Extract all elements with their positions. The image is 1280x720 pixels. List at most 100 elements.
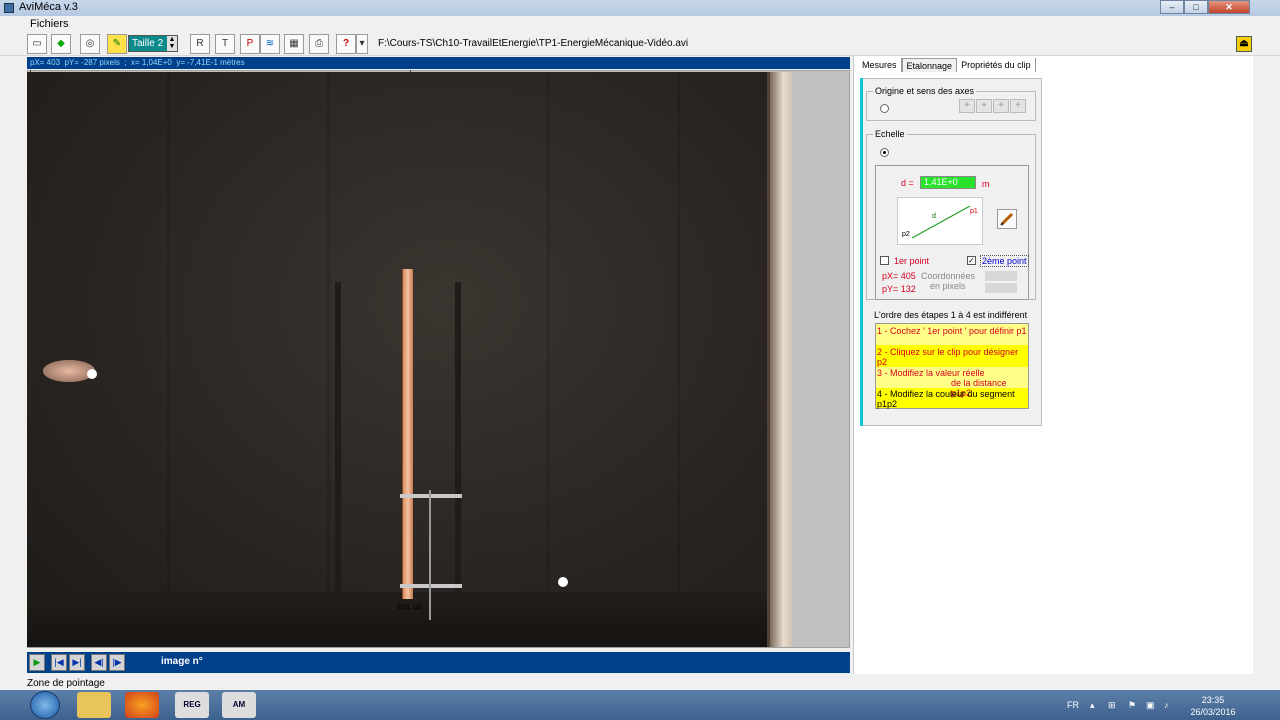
- results-icon[interactable]: R: [190, 34, 210, 54]
- pixels-label: en pixels: [930, 281, 966, 291]
- first-frame-button[interactable]: |◀: [51, 654, 67, 671]
- segment-line: [911, 205, 971, 239]
- minimize-button[interactable]: –: [1160, 0, 1184, 14]
- segment-diagram-svg: p1 p2 d: [902, 205, 978, 239]
- app-icon: [4, 3, 14, 13]
- scale-radio[interactable]: [880, 148, 889, 157]
- scale-point-label: Eéh. p2: [397, 604, 422, 611]
- p1-label: p1: [970, 208, 978, 215]
- close-button[interactable]: ✕: [1208, 0, 1250, 14]
- windows-icon[interactable]: ⊞: [1108, 700, 1116, 711]
- flag-icon[interactable]: ⚑: [1128, 700, 1136, 711]
- second-point-checkbox[interactable]: ✓: [967, 256, 976, 265]
- menu-fichiers[interactable]: Fichiers: [30, 18, 69, 30]
- d-label: d: [932, 213, 936, 220]
- capture-icon[interactable]: ▭: [27, 34, 47, 54]
- tab-etalonnage[interactable]: Etalonnage: [901, 58, 958, 72]
- tab-proprietes[interactable]: Propriétés du clip: [957, 58, 1036, 72]
- coord-box: [985, 271, 1017, 281]
- distance-input[interactable]: 1.41E+0: [920, 176, 976, 189]
- axes-button-3[interactable]: +: [993, 99, 1009, 113]
- toolbar: ▭ ◆ ◎ ✎ Taille 2 ▲ ▼ R T P ≋ ▦ ⎙ ? ▾ F:\C…: [0, 32, 1280, 56]
- ball: [558, 577, 568, 587]
- pointer-icon[interactable]: ✎: [107, 34, 127, 54]
- support-rod: [429, 490, 431, 620]
- avimeca-task-icon[interactable]: AM: [222, 692, 256, 718]
- curtain-fold: [327, 72, 330, 647]
- clock[interactable]: 23:35 26/03/2016: [1188, 694, 1238, 718]
- exit-icon[interactable]: ⏏: [1236, 36, 1252, 52]
- measuring-rod: [402, 269, 413, 599]
- order-note: L'ordre des étapes 1 à 4 est indifférent: [874, 310, 1028, 320]
- firefox-icon[interactable]: [125, 692, 159, 718]
- maximize-button[interactable]: □: [1184, 0, 1208, 14]
- second-point-label: 2ème point: [980, 255, 1029, 267]
- px-value: pX= 405: [882, 271, 916, 281]
- coords-label: Coordonnées: [921, 271, 976, 281]
- coordinates-readout: pX= 403 pY= -287 pixels ; x= 1,04E+0 y= …: [27, 57, 850, 69]
- volume-icon[interactable]: ♪: [1164, 700, 1169, 710]
- first-point-checkbox[interactable]: [880, 256, 889, 265]
- table-icon[interactable]: T: [215, 34, 235, 54]
- window-title: AviMéca v.3: [19, 1, 78, 13]
- last-frame-button[interactable]: ▶|: [69, 654, 85, 671]
- regressi-icon[interactable]: REG: [175, 692, 209, 718]
- status-zone: Zone de pointage: [27, 678, 105, 689]
- panel-tabs: Mesures Etalonnage Propriétés du clip: [858, 58, 1036, 72]
- menu-bar: Fichiers: [0, 16, 1280, 32]
- title-bar: AviMéca v.3: [0, 0, 1280, 16]
- playback-bar: ▶ |◀ ▶| ◀| |▶ image n°: [27, 652, 850, 673]
- distance-label: d =: [901, 178, 914, 188]
- help-icon[interactable]: ?: [336, 34, 356, 54]
- language-indicator[interactable]: FR: [1067, 700, 1079, 710]
- scale-title: Echelle: [873, 129, 907, 139]
- curtain-fold: [167, 72, 170, 647]
- video-clip[interactable]: Eéh. p2: [27, 72, 792, 647]
- axes-button-1[interactable]: +: [959, 99, 975, 113]
- step-3: 3 - Modifiez la valeur réelle: [877, 368, 985, 378]
- grid-icon[interactable]: ▦: [284, 34, 304, 54]
- segment-diagram: p1 p2 d: [897, 197, 983, 245]
- pp-icon[interactable]: P: [240, 34, 260, 54]
- clock-date: 26/03/2016: [1190, 707, 1236, 717]
- frame-label: image n°: [161, 656, 203, 667]
- start-button[interactable]: [30, 691, 60, 719]
- print-icon[interactable]: ⎙: [309, 34, 329, 54]
- steps-box: 1 - Cochez ' 1er point ' pour définir p1…: [875, 323, 1029, 409]
- graph-icon[interactable]: ≋: [260, 34, 280, 54]
- origin-title: Origine et sens des axes: [873, 86, 977, 96]
- axes-button-4[interactable]: +: [1010, 99, 1026, 113]
- rod-shadow: [335, 282, 341, 602]
- axes-button-2[interactable]: +: [976, 99, 992, 113]
- open-clip-icon[interactable]: ◆: [51, 34, 71, 54]
- size-select[interactable]: Taille 2 ▲ ▼: [128, 35, 178, 52]
- origin-group: Origine et sens des axes + + + +: [866, 86, 1036, 121]
- size-spinner[interactable]: ▲ ▼: [167, 36, 177, 51]
- curtain-fold: [677, 72, 680, 647]
- floor: [27, 592, 792, 647]
- tab-mesures[interactable]: Mesures: [858, 58, 902, 72]
- p2-label: p2: [902, 231, 910, 238]
- help-dropdown[interactable]: ▾: [356, 34, 368, 54]
- step-4: 4 - Modifiez la couleur du segment p1p2: [877, 389, 1015, 409]
- curtain-fold: [547, 72, 550, 647]
- py-value: pY= 132: [882, 284, 916, 294]
- next-frame-button[interactable]: |▶: [109, 654, 125, 671]
- coord-box: [985, 283, 1017, 293]
- ball: [87, 369, 97, 379]
- play-button[interactable]: ▶: [29, 654, 45, 671]
- zoom-icon[interactable]: ◎: [80, 34, 100, 54]
- prev-frame-button[interactable]: ◀|: [91, 654, 107, 671]
- network-icon[interactable]: ▣: [1146, 700, 1155, 711]
- pencil-icon[interactable]: [997, 209, 1017, 229]
- clip-edge: [770, 72, 792, 647]
- explorer-icon[interactable]: [77, 692, 111, 718]
- window-controls: – □ ✕: [1160, 0, 1250, 14]
- rod-shadow: [455, 282, 461, 602]
- pencil-svg: [1000, 212, 1014, 226]
- step-1: 1 - Cochez ' 1er point ' pour définir p1: [877, 326, 1027, 336]
- origin-radio[interactable]: [880, 104, 889, 113]
- unit-label: m: [982, 179, 990, 189]
- file-path: F:\Cours-TS\Ch10-TravailEtEnergie\TP1-En…: [378, 38, 689, 49]
- tray-chevron-icon[interactable]: ▴: [1090, 700, 1095, 711]
